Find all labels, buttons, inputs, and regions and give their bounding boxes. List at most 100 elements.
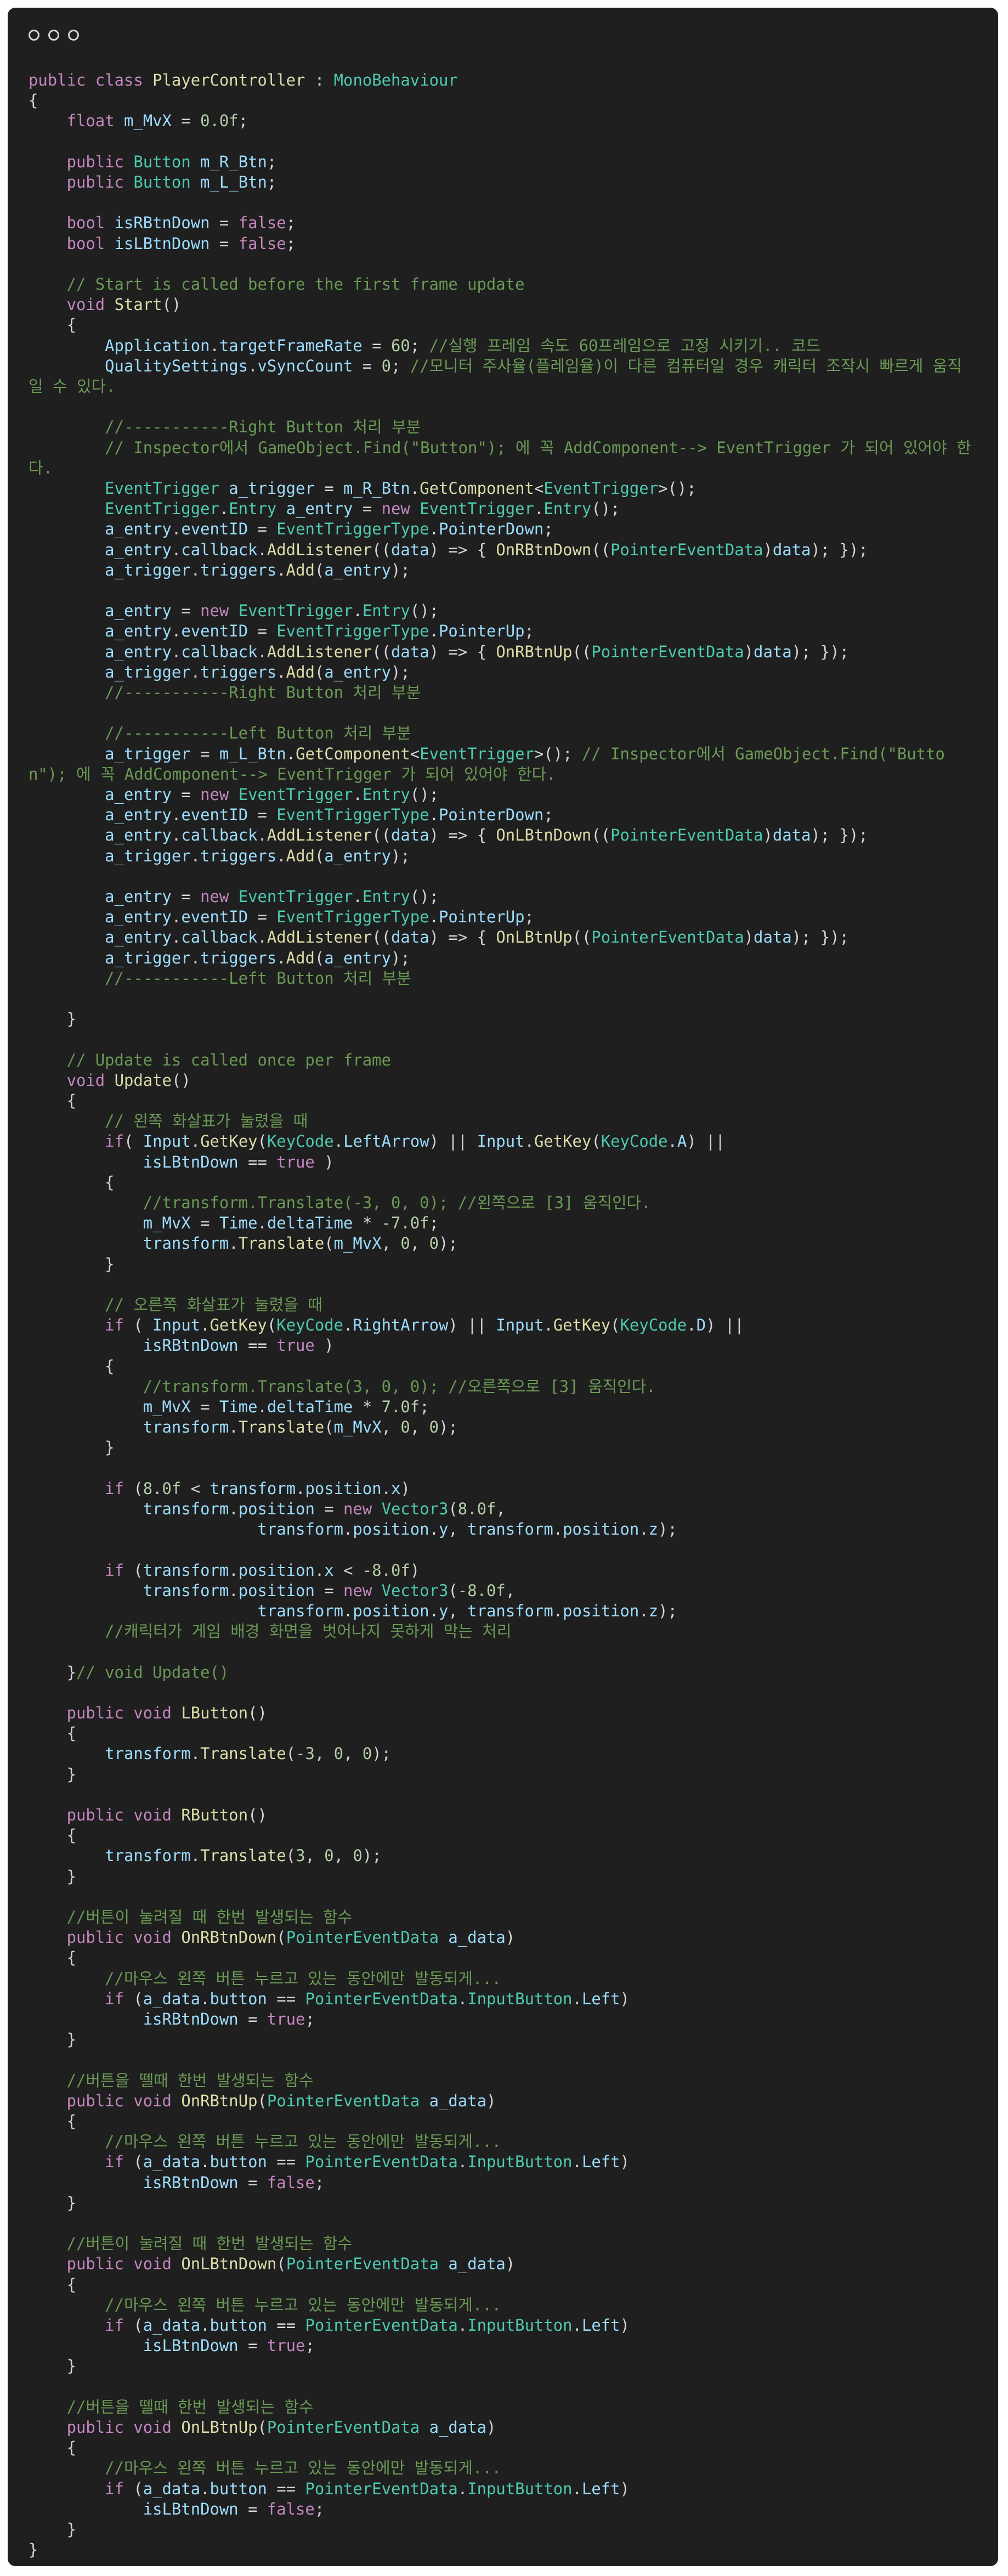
code-token: (( [591, 826, 611, 845]
code-token: a_trigger [229, 479, 315, 498]
code-line: a_entry.callback.AddListener((data) => {… [29, 642, 973, 662]
code-token: = [314, 1500, 344, 1519]
code-line: isRBtnDown = true; [29, 2009, 973, 2030]
code-token: ) [620, 1989, 630, 2008]
code-token: //마우스 왼쪽 버튼 누르고 있는 동안에만 발동되게... [105, 1969, 502, 1988]
code-line: Application.targetFrameRate = 60; //실행 프… [29, 336, 973, 356]
code-token: //마우스 왼쪽 버튼 누르고 있는 동안에만 발동되게... [105, 2132, 502, 2151]
code-token: MonoBehaviour [333, 71, 458, 89]
code-token: ( [610, 1316, 620, 1335]
code-token: AddListener [267, 928, 372, 947]
code-token: Vector3 [381, 1581, 449, 1600]
code-token: -7.0f [381, 1214, 429, 1233]
code-token: = [171, 111, 201, 131]
code-token: true [276, 1152, 315, 1171]
code-line: public void RButton() [29, 1805, 973, 1825]
code-token: ); [372, 1744, 392, 1763]
code-token: . [190, 948, 201, 967]
code-token: //마우스 왼쪽 버튼 누르고 있는 동안에만 발동되게... [105, 2295, 502, 2314]
code-token: isLBtnDown [143, 1152, 239, 1171]
code-token: , [381, 1234, 401, 1253]
code-token: (( [372, 642, 392, 661]
code-token: GetKey [209, 1316, 267, 1335]
code-token: } [29, 1867, 76, 1886]
code-line: // Start is called before the first fram… [29, 274, 973, 295]
code-token: EventTrigger [238, 887, 353, 906]
code-token: . [429, 622, 439, 641]
code-token: OnRBtnUp [181, 2091, 258, 2110]
code-token: // 오른쪽 화살표가 눌렸을 때 [105, 1295, 322, 1315]
code-token: ( [123, 1560, 143, 1580]
code-line: { [29, 1723, 973, 1744]
code-token: . [572, 2316, 582, 2335]
code-token: transform [143, 1560, 229, 1580]
code-block: public class PlayerController : MonoBeha… [8, 54, 973, 2560]
code-token: a_trigger [105, 948, 191, 967]
code-token: transform [257, 1602, 343, 1621]
code-token: a_entry [105, 805, 172, 825]
code-token: GetComponent [296, 744, 410, 763]
code-token: callback [181, 928, 258, 947]
code-token: * [353, 1397, 382, 1417]
code-token: . [219, 499, 229, 518]
code-token: InputButton [467, 2152, 573, 2172]
code-token: ); [391, 662, 410, 681]
code-token: ; [267, 173, 277, 191]
code-token: Add [286, 560, 315, 579]
code-token: PointerUp [439, 907, 525, 927]
code-token: //transform.Translate(-3, 0, 0); //왼쪽으로 … [143, 1193, 651, 1213]
code-token: == [238, 1336, 277, 1355]
code-token: { [29, 1826, 76, 1845]
code-line: public void LButton() [29, 1703, 973, 1723]
code-line: } [29, 1765, 973, 1785]
code-token: PointerEventData [286, 1928, 439, 1947]
code-token: position [238, 1581, 315, 1600]
code-token: a_entry [105, 540, 172, 559]
code-token: 0 [381, 356, 391, 375]
code-token: { [29, 91, 38, 110]
code-token: 0.0f [200, 111, 239, 131]
code-token: Button [133, 152, 191, 171]
code-token: QualitySettings [105, 356, 248, 375]
close-window-icon[interactable] [29, 30, 39, 41]
code-token: . [190, 1744, 201, 1763]
code-token: KeyCode [267, 1132, 334, 1151]
code-token: ) [763, 540, 773, 559]
code-token: . [457, 1989, 468, 2008]
code-token: = [209, 213, 239, 233]
code-token: ( [448, 1581, 458, 1600]
code-token: deltaTime [267, 1214, 353, 1233]
code-token: public [66, 2091, 124, 2110]
code-token: new [343, 1581, 372, 1600]
code-token: . [276, 662, 286, 681]
code-token: AddListener [267, 540, 372, 559]
code-token: deltaTime [267, 1397, 353, 1417]
minimize-window-icon[interactable] [48, 30, 59, 41]
code-token: EventTrigger [543, 479, 659, 498]
code-token: = [171, 601, 201, 621]
code-line: { [29, 2111, 973, 2132]
code-line: transform.position.y, transform.position… [29, 1519, 973, 1540]
code-token: void [133, 2091, 172, 2110]
code-token: , [305, 1846, 325, 1865]
code-token: = [238, 2336, 267, 2355]
code-token: = [248, 907, 277, 927]
maximize-window-icon[interactable] [68, 30, 79, 41]
code-line: public Button m_L_Btn; [29, 172, 973, 193]
